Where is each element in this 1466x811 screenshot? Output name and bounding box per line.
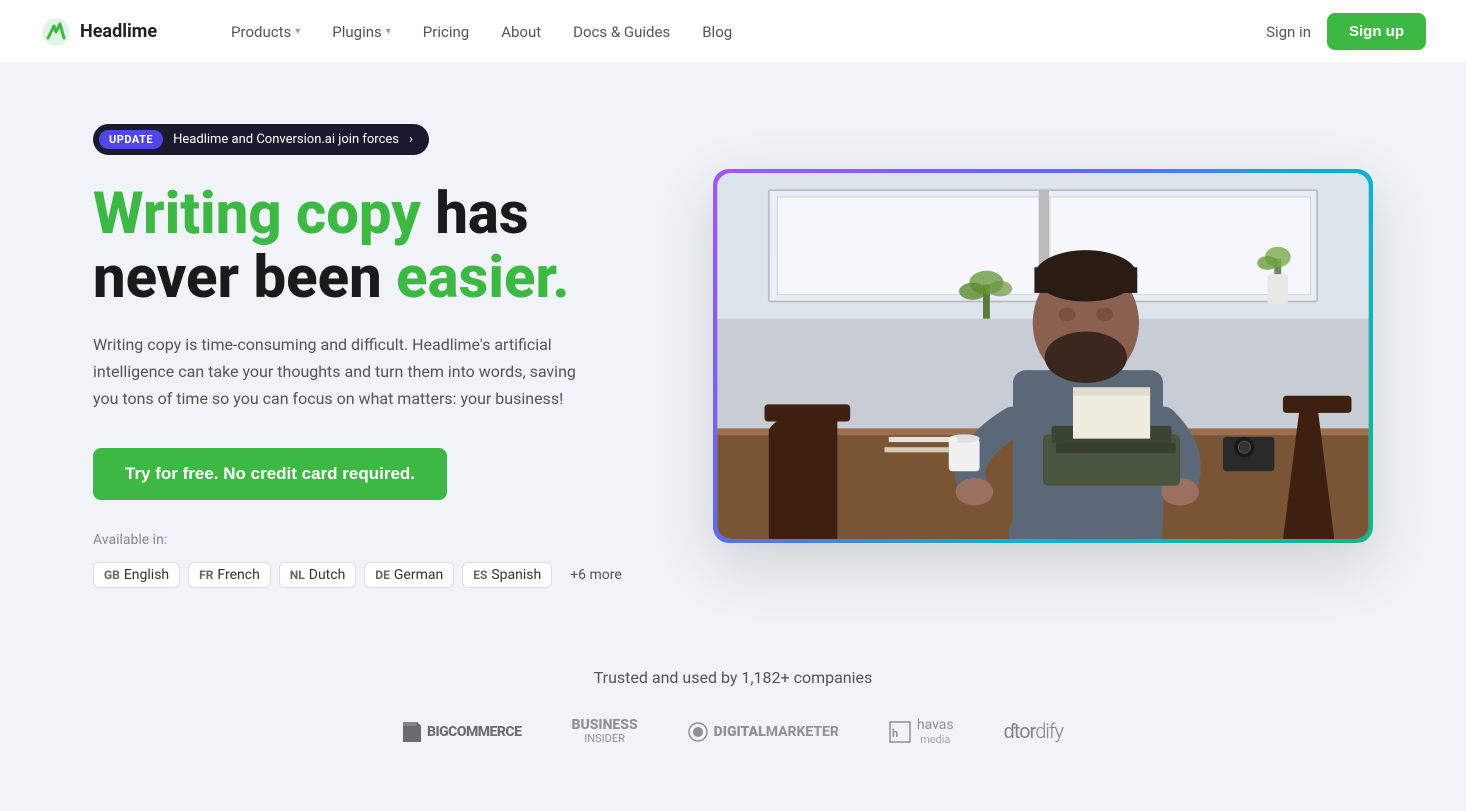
nav-docs[interactable]: Docs & Guides — [559, 15, 684, 49]
lang-name-dutch: Dutch — [309, 567, 346, 583]
logo-icon — [40, 16, 72, 48]
nav-pricing[interactable]: Pricing — [409, 15, 483, 49]
nav-right: Sign in Sign up — [1266, 13, 1426, 50]
lang-spanish[interactable]: ES Spanish — [462, 562, 552, 588]
bi-text: BUSINESS INSIDER — [571, 718, 637, 745]
headline-black2: never been — [93, 244, 396, 312]
lang-english[interactable]: GB English — [93, 562, 180, 588]
hero-image — [717, 173, 1369, 540]
flag-de: DE — [375, 568, 390, 582]
nav-products[interactable]: Products ▾ — [217, 15, 314, 49]
available-in-label: Available in: — [93, 532, 653, 548]
hero-content: UPDATE Headlime and Conversion.ai join f… — [93, 124, 653, 588]
lang-name-french: French — [217, 567, 259, 583]
headline-black1: has — [421, 180, 529, 248]
logo-text: Headlime — [80, 21, 157, 42]
hero-image-frame — [713, 169, 1373, 544]
flag-fr: FR — [199, 568, 213, 582]
hero-image-container — [713, 169, 1373, 544]
lang-french[interactable]: FR French — [188, 562, 271, 588]
update-badge: UPDATE — [99, 130, 163, 149]
signup-button[interactable]: Sign up — [1327, 13, 1426, 50]
bigcommerce-text: BIGCOMMERCE — [427, 724, 522, 740]
logo-digitalmarketer: DIGITALMARKETER — [688, 722, 839, 742]
logo-chordify: ɗtordify — [1004, 719, 1063, 744]
dm-text: DIGITALMARKETER — [714, 724, 839, 740]
logo-havas: h havas media — [889, 717, 954, 746]
nav-links: Products ▾ Plugins ▾ Pricing About Docs … — [217, 15, 1266, 49]
havas-icon: h — [889, 721, 911, 743]
lang-name-german: German — [394, 567, 443, 583]
cta-button[interactable]: Try for free. No credit card required. — [93, 448, 447, 500]
update-text: Headlime and Conversion.ai join forces — [173, 132, 399, 147]
hero-section: UPDATE Headlime and Conversion.ai join f… — [33, 64, 1433, 628]
trusted-logos: BIGCOMMERCE BUSINESS INSIDER DIGITALMARK… — [60, 717, 1406, 746]
chevron-down-icon: ▾ — [386, 26, 391, 37]
chevron-down-icon: ▾ — [295, 26, 300, 37]
nav-about[interactable]: About — [487, 15, 555, 49]
dm-icon — [688, 722, 708, 742]
update-banner[interactable]: UPDATE Headlime and Conversion.ai join f… — [93, 124, 429, 155]
trusted-title: Trusted and used by 1,182+ companies — [60, 668, 1406, 687]
bigcommerce-icon — [403, 722, 421, 742]
trusted-section: Trusted and used by 1,182+ companies BIG… — [0, 628, 1466, 786]
havas-text: havas media — [917, 717, 954, 746]
flag-gb: GB — [104, 568, 120, 582]
flag-es: ES — [473, 568, 487, 582]
svg-text:h: h — [892, 727, 898, 740]
navbar: Headlime Products ▾ Plugins ▾ Pricing Ab… — [0, 0, 1466, 64]
lang-name-english: English — [124, 567, 169, 583]
update-arrow-icon: › — [409, 132, 413, 147]
chordify-text: ɗtordify — [1004, 719, 1063, 744]
logo-business-insider: BUSINESS INSIDER — [571, 718, 637, 745]
logo-link[interactable]: Headlime — [40, 16, 157, 48]
lang-name-spanish: Spanish — [491, 567, 541, 583]
headline-green1: Writing copy — [93, 180, 421, 248]
hero-headline: Writing copy has never been easier. — [93, 183, 653, 311]
logo-bigcommerce: BIGCOMMERCE — [403, 722, 522, 742]
language-list: GB English FR French NL Dutch DE German … — [93, 562, 653, 588]
lang-german[interactable]: DE German — [364, 562, 454, 588]
nav-blog[interactable]: Blog — [688, 15, 746, 49]
lang-dutch[interactable]: NL Dutch — [279, 562, 357, 588]
more-languages[interactable]: +6 more — [560, 563, 632, 587]
nav-plugins[interactable]: Plugins ▾ — [318, 15, 405, 49]
hero-subtext: Writing copy is time-consuming and diffi… — [93, 331, 593, 413]
signin-link[interactable]: Sign in — [1266, 23, 1311, 41]
headline-green2: easier. — [396, 244, 569, 312]
flag-nl: NL — [290, 568, 305, 582]
hero-illustration — [717, 173, 1369, 540]
